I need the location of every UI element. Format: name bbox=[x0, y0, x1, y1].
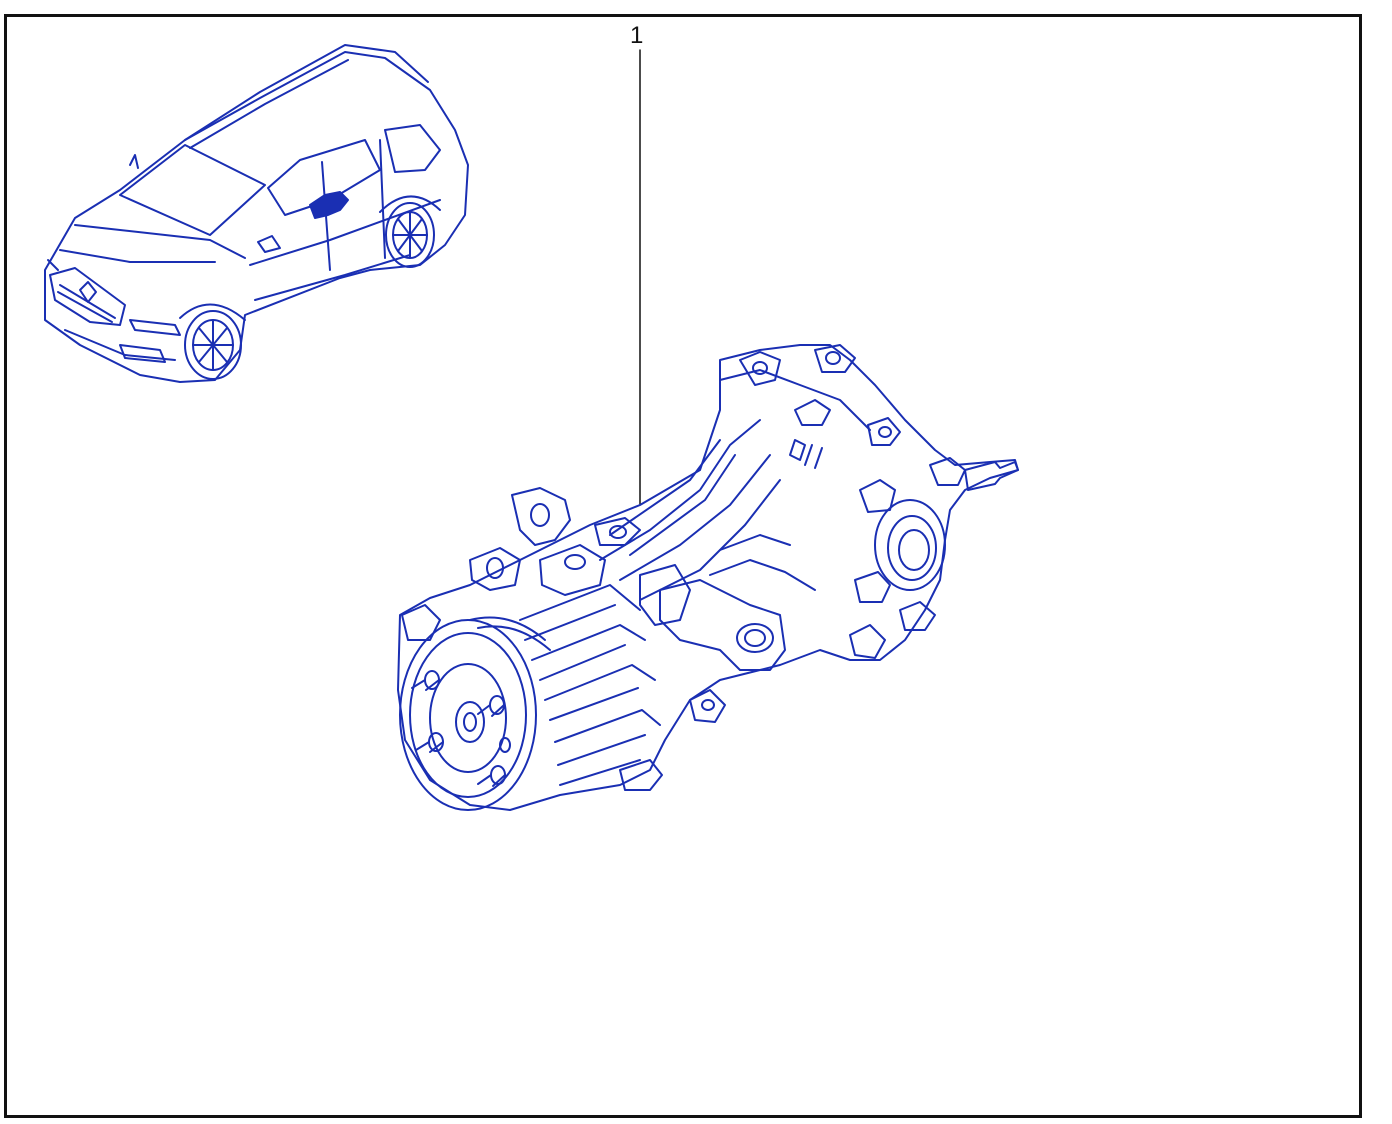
suv-vehicle-icon bbox=[44, 44, 469, 383]
diagram-canvas bbox=[44, 44, 1019, 811]
rear-differential-drive-unit-icon bbox=[397, 344, 1019, 811]
